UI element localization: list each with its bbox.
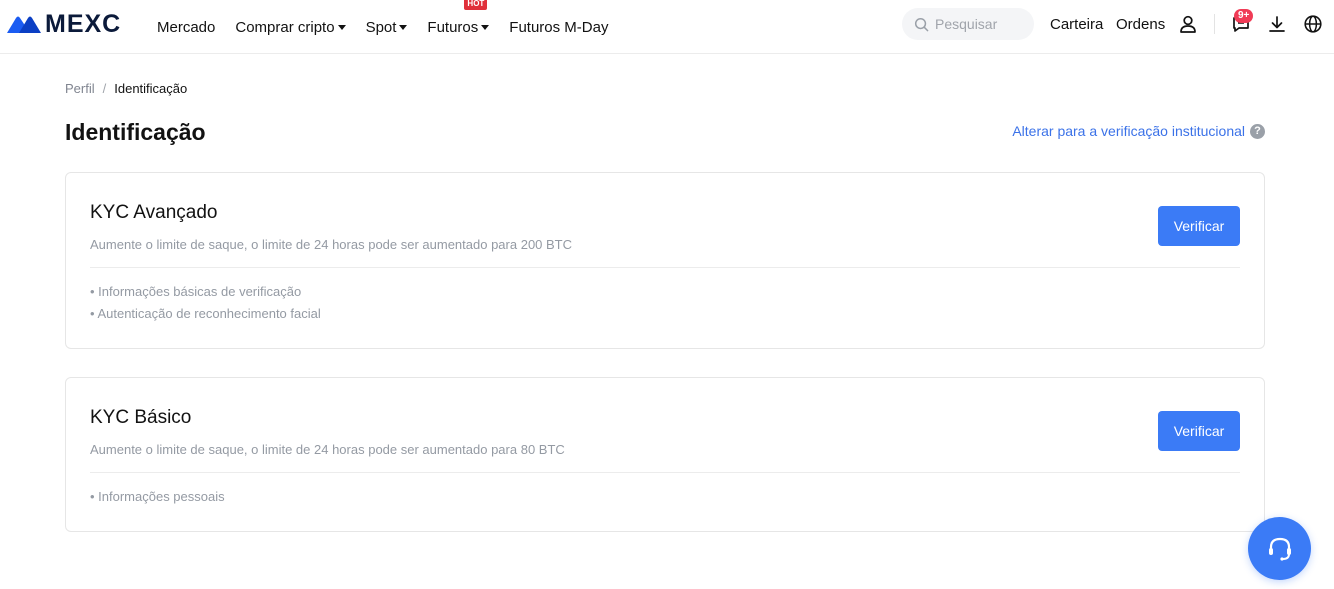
breadcrumb-perfil[interactable]: Perfil [65, 81, 95, 96]
nav-label: Futuros M-Day [509, 18, 609, 36]
nav-futuros[interactable]: Futuros HOT [427, 0, 490, 36]
orders-link[interactable]: Ordens [1116, 16, 1165, 33]
institutional-verification-link[interactable]: Alterar para a verificação institucional… [1012, 123, 1265, 139]
card-divider [90, 267, 1240, 268]
nav-label: Mercado [157, 18, 216, 36]
feature-item: • Informações pessoais [90, 489, 225, 504]
institutional-link-label: Alterar para a verificação institucional [1012, 123, 1245, 139]
nav-mercado[interactable]: Mercado [157, 19, 215, 36]
top-header: MEXC Mercado Comprar cripto Spot Futuros… [0, 0, 1334, 54]
caret-down-icon [399, 25, 408, 30]
card-description: Aumente o limite de saque, o limite de 2… [90, 237, 573, 252]
search-icon [914, 17, 929, 31]
card-description: Aumente o limite de saque, o limite de 2… [90, 442, 565, 457]
wallet-link[interactable]: Carteira [1050, 16, 1103, 33]
breadcrumb-separator: / [102, 81, 107, 96]
search-input[interactable] [935, 16, 1025, 32]
mexc-logo[interactable]: MEXC [6, 10, 122, 38]
card-title: KYC Básico [90, 407, 192, 428]
feature-item: • Autenticação de reconhecimento facial [90, 306, 321, 321]
mexc-logo-icon [7, 16, 41, 33]
headset-icon [1268, 537, 1291, 561]
notification-badge: 9+ [1234, 9, 1254, 23]
logo-text: MEXC [45, 10, 122, 38]
feature-item: • Informações básicas de verificação [90, 284, 302, 299]
breadcrumb: Perfil / Identificação [65, 81, 187, 96]
globe-icon[interactable] [1302, 13, 1324, 35]
breadcrumb-current: Identificação [114, 81, 188, 96]
nav-label: Spot [365, 18, 397, 36]
page-title: Identificação [65, 119, 206, 145]
nav-label: Comprar cripto [235, 18, 335, 36]
support-chat-button[interactable] [1248, 517, 1311, 580]
card-title: KYC Avançado [90, 202, 218, 223]
kyc-basic-card: KYC Básico Aumente o limite de saque, o … [65, 377, 1265, 532]
caret-down-icon [337, 25, 346, 30]
nav-comprar-cripto[interactable]: Comprar cripto [235, 18, 346, 36]
nav-futuros-m-day[interactable]: Futuros M-Day [509, 19, 608, 36]
main-nav: Mercado Comprar cripto Spot Futuros HOT … [157, 0, 628, 54]
help-icon[interactable]: ? [1250, 123, 1265, 139]
nav-label: Futuros [427, 18, 479, 36]
caret-down-icon [481, 25, 490, 30]
nav-spot[interactable]: Spot [366, 19, 408, 36]
hot-badge: HOT [464, 0, 488, 10]
verify-basic-button[interactable]: Verificar [1158, 411, 1240, 451]
card-divider [90, 472, 1240, 473]
download-icon[interactable] [1266, 13, 1288, 35]
header-divider [1214, 14, 1215, 34]
user-icon[interactable] [1177, 13, 1199, 35]
search-box[interactable] [902, 8, 1034, 40]
kyc-advanced-card: KYC Avançado Aumente o limite de saque, … [65, 172, 1265, 349]
verify-advanced-button[interactable]: Verificar [1158, 206, 1240, 246]
